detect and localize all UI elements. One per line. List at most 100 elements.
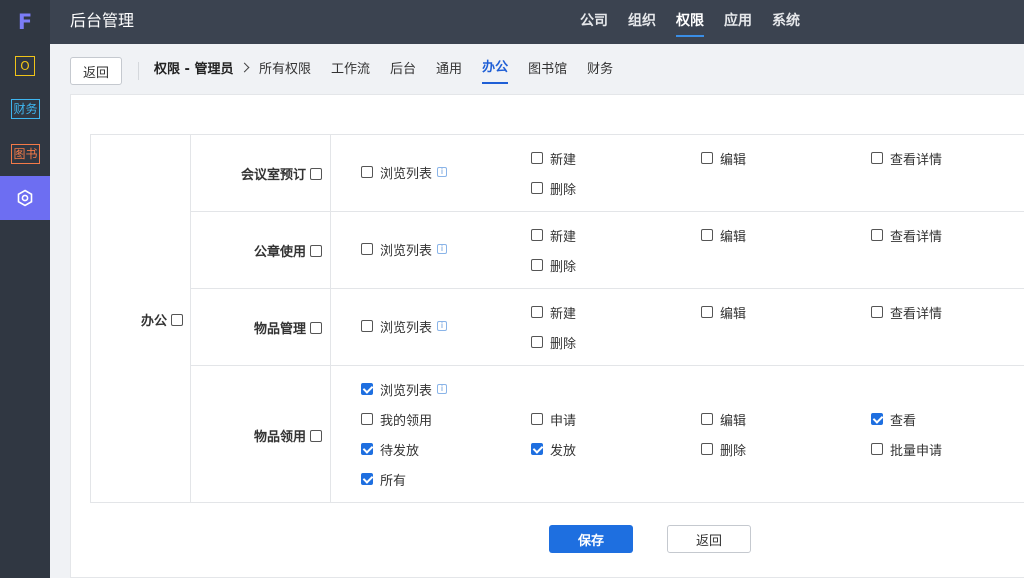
perm-label: 新建 bbox=[550, 229, 577, 245]
perm-option[interactable]: 待发放 bbox=[361, 441, 419, 459]
rail-item-o[interactable]: O bbox=[15, 56, 35, 76]
perm-checkbox[interactable] bbox=[531, 443, 543, 455]
row-label-text: 物品管理 bbox=[253, 322, 306, 337]
perm-option[interactable]: 编辑 bbox=[701, 150, 746, 168]
rail-item-settings[interactable] bbox=[0, 176, 50, 220]
nav-system[interactable]: 系统 bbox=[772, 0, 800, 44]
perm-option[interactable]: 编辑 bbox=[701, 304, 746, 322]
toolbar-divider bbox=[138, 62, 139, 80]
app-logo[interactable]: F bbox=[0, 0, 50, 44]
info-icon[interactable]: i bbox=[437, 244, 448, 254]
perm-option[interactable]: 批量申请 bbox=[871, 441, 942, 459]
perm-checkbox[interactable] bbox=[361, 320, 373, 332]
perm-checkbox[interactable] bbox=[361, 383, 373, 395]
perm-option[interactable]: 申请 bbox=[531, 411, 576, 429]
perm-option[interactable]: 编辑 bbox=[701, 227, 747, 245]
perm-checkbox[interactable] bbox=[531, 182, 543, 194]
rail-item-library[interactable]: 图书 bbox=[11, 144, 40, 164]
row-label-cell: 物品管理 bbox=[191, 289, 331, 366]
group-label-text: 办公 bbox=[140, 314, 167, 329]
perm-option[interactable]: 删除 bbox=[531, 334, 576, 352]
perm-checkbox[interactable] bbox=[531, 229, 543, 241]
tab-office[interactable]: 办公 bbox=[482, 44, 509, 94]
perm-checkbox[interactable] bbox=[871, 443, 883, 455]
perm-checkbox[interactable] bbox=[701, 152, 713, 164]
perm-option[interactable]: 新建 bbox=[531, 227, 577, 245]
perm-checkbox[interactable] bbox=[701, 413, 713, 425]
row-options-cell: 浏览列表 i 新建 编辑 查看详情 删除 bbox=[331, 135, 1024, 212]
nav-company[interactable]: 公司 bbox=[580, 0, 608, 44]
group-label-office: 办公 bbox=[141, 310, 183, 329]
perm-checkbox[interactable] bbox=[361, 243, 373, 255]
perm-option[interactable]: 删除 bbox=[531, 257, 576, 275]
row-checkbox[interactable] bbox=[310, 167, 322, 180]
perm-option[interactable]: 浏览列表 i bbox=[361, 241, 448, 259]
perm-checkbox[interactable] bbox=[701, 306, 713, 318]
tab-library[interactable]: 图书馆 bbox=[528, 44, 567, 94]
perm-option[interactable]: 新建 bbox=[531, 304, 576, 322]
perm-checkbox[interactable] bbox=[361, 166, 373, 178]
row-options-cell: 浏览列表 i 我的领用 申请 编辑 查看 待发放 发放 删除 批量申请 所有 bbox=[331, 366, 1024, 502]
perm-checkbox[interactable] bbox=[361, 473, 373, 485]
perm-option[interactable]: 编辑 bbox=[701, 411, 746, 429]
perm-checkbox[interactable] bbox=[871, 229, 883, 241]
perm-option[interactable]: 浏览列表 i bbox=[361, 318, 448, 336]
perm-label: 删除 bbox=[550, 182, 577, 198]
perm-label: 浏览列表 bbox=[380, 383, 433, 399]
row-label-text: 会议室预订 bbox=[240, 168, 306, 183]
rail-item-finance[interactable]: 财务 bbox=[11, 99, 40, 119]
row-options-cell: 浏览列表 i 新建 编辑 查看详情 删除 bbox=[331, 289, 1024, 366]
perm-checkbox[interactable] bbox=[871, 306, 883, 318]
perm-checkbox[interactable] bbox=[531, 336, 543, 348]
perm-option[interactable]: 浏览列表 i bbox=[361, 381, 448, 399]
save-button[interactable]: 保存 bbox=[549, 525, 633, 553]
left-rail: F O 财务 图书 bbox=[0, 0, 50, 578]
perm-checkbox[interactable] bbox=[361, 443, 373, 455]
perm-checkbox[interactable] bbox=[531, 413, 543, 425]
perm-checkbox[interactable] bbox=[531, 259, 543, 271]
perm-option[interactable]: 查看详情 bbox=[871, 304, 942, 322]
perm-label: 发放 bbox=[550, 443, 577, 459]
cancel-back-button[interactable]: 返回 bbox=[667, 525, 751, 553]
row-label-text: 物品领用 bbox=[253, 430, 306, 445]
perm-option[interactable]: 新建 bbox=[531, 150, 576, 168]
perm-checkbox[interactable] bbox=[531, 306, 543, 318]
page-toolbar: 返回 权限 - 管理员 所有权限 工作流 后台 通用 办公 图书馆 财务 bbox=[50, 44, 1024, 94]
perm-option[interactable]: 我的领用 bbox=[361, 411, 432, 429]
row-checkbox[interactable] bbox=[310, 321, 322, 334]
perm-checkbox[interactable] bbox=[531, 152, 543, 164]
settings-hex-icon bbox=[17, 189, 33, 207]
perm-checkbox[interactable] bbox=[701, 229, 713, 241]
back-button[interactable]: 返回 bbox=[70, 57, 122, 85]
nav-permissions[interactable]: 权限 bbox=[676, 0, 704, 44]
perm-option[interactable]: 发放 bbox=[531, 441, 577, 459]
perm-option[interactable]: 所有 bbox=[361, 471, 406, 489]
info-icon[interactable]: i bbox=[437, 321, 448, 331]
perm-option[interactable]: 查看详情 bbox=[871, 150, 942, 168]
row-checkbox[interactable] bbox=[310, 429, 322, 442]
perm-checkbox[interactable] bbox=[701, 443, 713, 455]
perm-checkbox[interactable] bbox=[871, 152, 883, 164]
perm-option[interactable]: 删除 bbox=[701, 441, 747, 459]
row-label: 公章使用 bbox=[254, 241, 322, 260]
perm-option[interactable]: 查看 bbox=[871, 411, 917, 429]
info-icon[interactable]: i bbox=[437, 384, 448, 394]
info-icon[interactable]: i bbox=[437, 167, 448, 177]
perm-label: 编辑 bbox=[720, 229, 747, 245]
tab-backend[interactable]: 后台 bbox=[390, 44, 416, 94]
tab-all-permissions[interactable]: 所有权限 bbox=[259, 44, 311, 94]
tab-general[interactable]: 通用 bbox=[436, 44, 462, 94]
perm-option[interactable]: 浏览列表 i bbox=[361, 164, 448, 182]
nav-apps[interactable]: 应用 bbox=[724, 0, 752, 44]
group-checkbox[interactable] bbox=[171, 313, 183, 326]
perm-option[interactable]: 查看详情 bbox=[871, 227, 942, 245]
tab-workflow[interactable]: 工作流 bbox=[331, 44, 370, 94]
perm-checkbox[interactable] bbox=[871, 413, 883, 425]
row-checkbox[interactable] bbox=[310, 244, 322, 257]
perm-label: 查看 bbox=[890, 413, 917, 429]
perm-label: 删除 bbox=[720, 443, 747, 459]
perm-option[interactable]: 删除 bbox=[531, 180, 577, 198]
nav-organization[interactable]: 组织 bbox=[628, 0, 656, 44]
tab-finance[interactable]: 财务 bbox=[587, 44, 613, 94]
perm-checkbox[interactable] bbox=[361, 413, 373, 425]
